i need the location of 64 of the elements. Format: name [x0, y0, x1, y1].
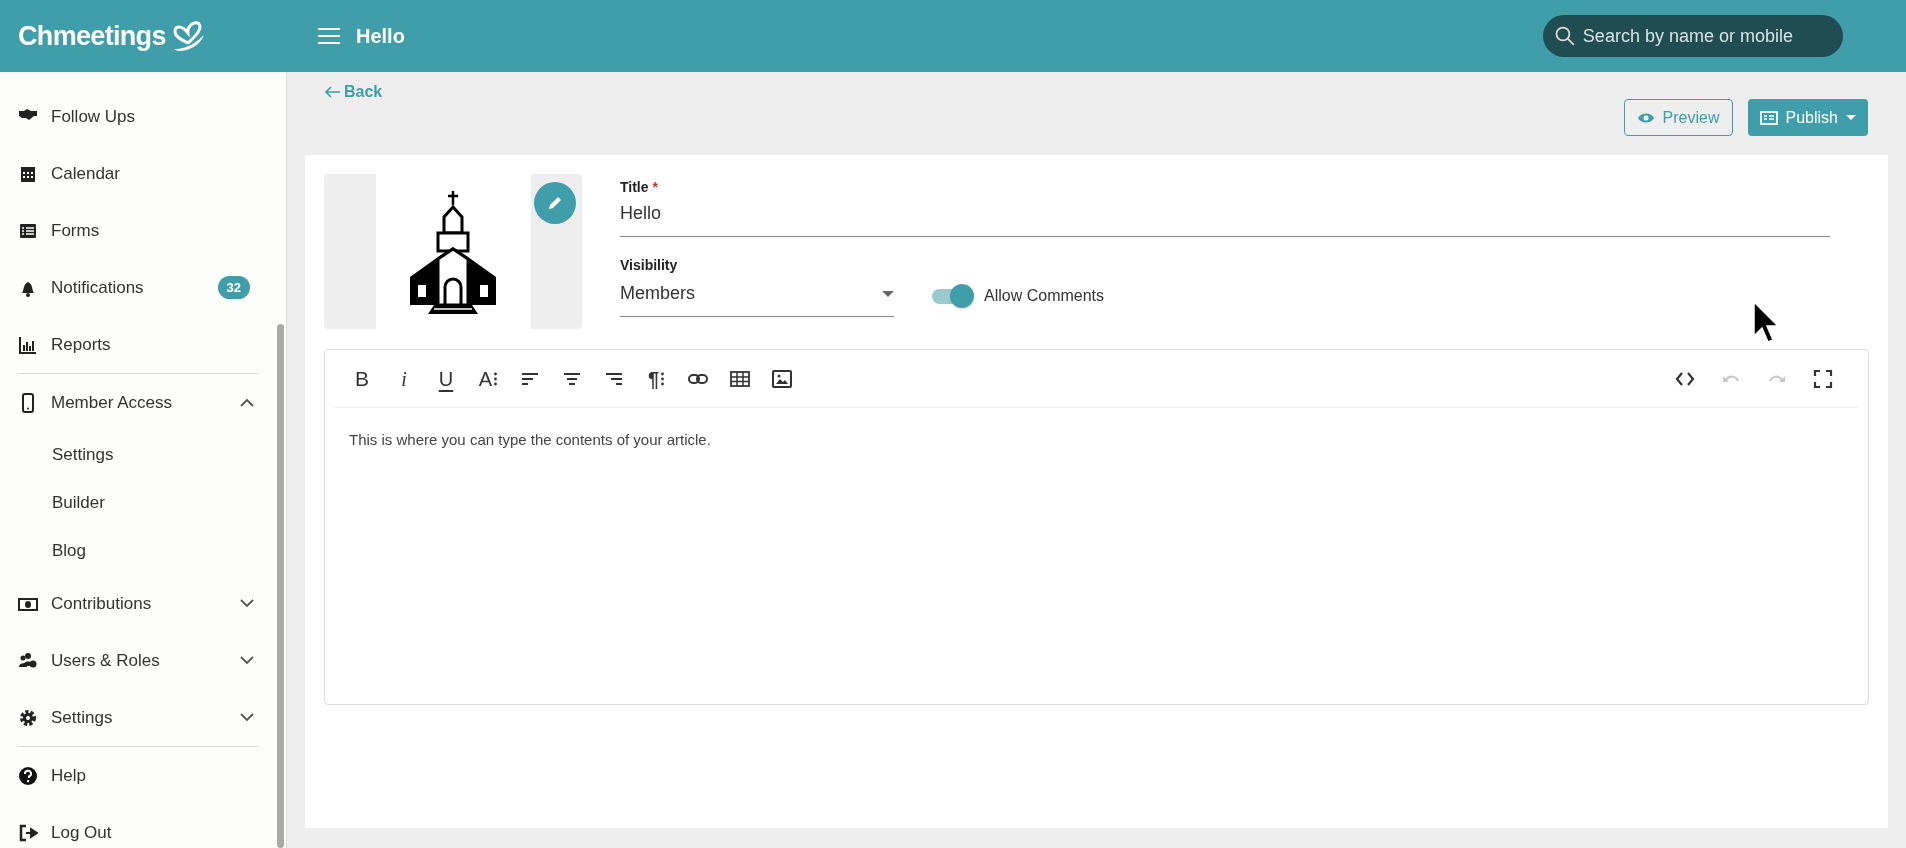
search-icon	[1555, 26, 1575, 46]
sidebar-label: Help	[51, 764, 86, 787]
scrollbar[interactable]	[277, 324, 284, 848]
sidebar-label: Settings	[51, 706, 113, 729]
sidebar-label: Log Out	[51, 821, 112, 844]
help-icon	[18, 765, 38, 786]
toggle-switch[interactable]	[932, 283, 974, 309]
arrow-left-icon	[325, 86, 340, 98]
sidebar-item[interactable]: Member Access	[0, 374, 258, 431]
bar-chart-icon	[18, 334, 38, 355]
title-value: Hello	[620, 202, 663, 225]
sidebar-subitem[interactable]: Blog	[0, 527, 258, 575]
logout-icon	[18, 822, 38, 843]
dots-icon	[494, 371, 498, 386]
undo-icon	[1722, 375, 1740, 382]
bold-button[interactable]: B	[349, 361, 375, 396]
sidebar-item[interactable]: Settings	[0, 689, 258, 746]
count-badge: 32	[217, 275, 250, 300]
editor-text[interactable]: This is where you can type the contents of your article.	[325, 408, 1868, 452]
sidebar-item[interactable]: Users & Roles	[0, 632, 258, 689]
sidebar-subitem[interactable]: Builder	[0, 479, 258, 527]
pencil-icon	[546, 194, 564, 212]
sidebar-item[interactable]: Contributions	[0, 575, 258, 632]
fullscreen-icon	[1813, 368, 1833, 389]
field-label: Title *	[620, 178, 659, 197]
sidebar-item[interactable]: Help	[0, 747, 258, 804]
underline-button[interactable]: U	[433, 361, 459, 396]
newspaper-icon	[1759, 110, 1778, 125]
field-label: Visibility	[620, 256, 679, 275]
sidebar-item[interactable]: Follow Ups	[0, 88, 258, 145]
table-icon	[730, 368, 750, 389]
search-input[interactable]: Search by name or mobile	[1582, 22, 1831, 50]
sidebar-label: Forms	[51, 219, 100, 242]
eye-icon	[1636, 111, 1655, 124]
sidebar-label: Notifications	[51, 276, 144, 299]
caret-icon	[882, 290, 894, 297]
menu-icon[interactable]	[318, 27, 340, 45]
sidebar-label: Users & Roles	[51, 649, 160, 672]
sidebar-label: Member Access	[51, 391, 172, 414]
redo-icon	[1768, 375, 1786, 382]
sidebar-subitem[interactable]: Settings	[0, 431, 258, 479]
visibility-dropdown[interactable]: Visibility Members	[620, 255, 894, 317]
sidebar-item[interactable]: Log Out	[0, 804, 258, 848]
sidebar-item[interactable]: Notifications 32	[0, 259, 258, 316]
sidebar-label: Follow Ups	[51, 105, 136, 128]
sidebar-item[interactable]: Calendar	[0, 145, 258, 202]
image-icon	[772, 368, 792, 389]
edit-image-button[interactable]	[534, 182, 576, 224]
settings-icon	[18, 707, 38, 728]
dots-icon	[661, 371, 665, 386]
sidebar-item[interactable]: Reports	[0, 316, 258, 373]
caret-icon	[1846, 115, 1856, 120]
title-field[interactable]: Title * Hello	[620, 177, 1830, 237]
page-title: Hello	[356, 24, 405, 49]
visibility-value: Members	[620, 282, 695, 305]
search-field[interactable]: Search by name or mobile	[1543, 15, 1843, 57]
sidebar-item[interactable]: Forms	[0, 202, 258, 259]
sidebar-label: Contributions	[51, 592, 152, 615]
paragraph-button[interactable]: ¶	[643, 361, 669, 396]
font-size-button[interactable]: A	[475, 361, 501, 396]
italic-button[interactable]: i	[391, 361, 417, 396]
sidebar-label: Reports	[51, 333, 111, 356]
sidebar-label: Calendar	[51, 162, 120, 185]
toggle-label: Allow Comments	[984, 286, 1105, 306]
